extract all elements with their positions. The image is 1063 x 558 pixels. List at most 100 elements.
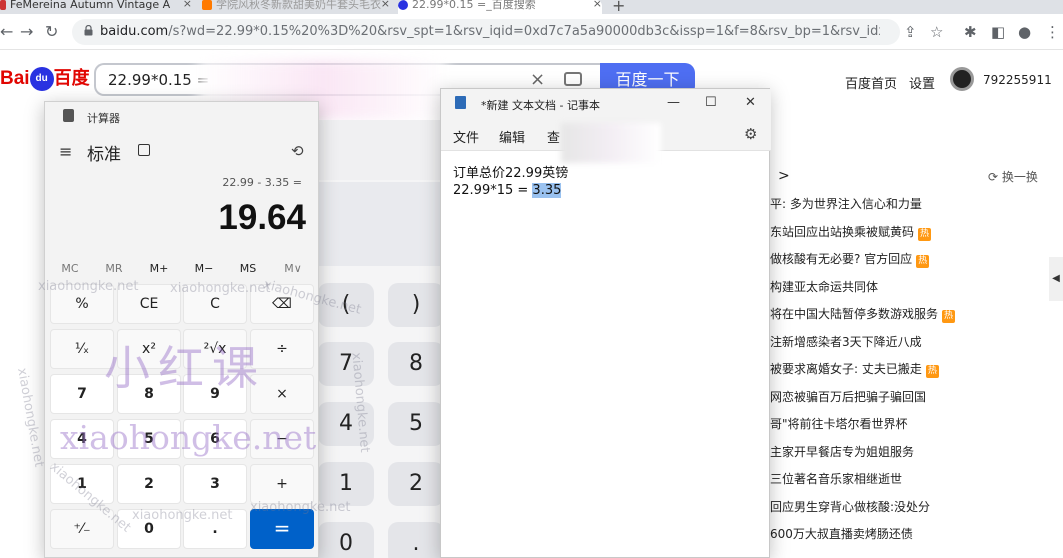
hot-list-item[interactable]: 平: 多为世界注入信心和力量 bbox=[770, 195, 922, 212]
chrome-menu-icon[interactable]: ⋮ bbox=[1045, 23, 1060, 41]
note-line-1: 订单总价22.99英镑 bbox=[453, 166, 569, 181]
taobao-favicon-icon bbox=[202, 0, 212, 10]
widget-key-8[interactable]: 8 bbox=[388, 342, 444, 386]
hot-list-item[interactable]: 将在中国大陆暂停多数游戏服务热 bbox=[770, 305, 956, 323]
lock-icon bbox=[84, 25, 93, 36]
menu-file[interactable]: 文件 bbox=[453, 127, 479, 146]
forward-button[interactable]: → bbox=[20, 22, 33, 41]
refresh-hot-list-button[interactable]: ⟳ 换一换 bbox=[988, 168, 1038, 185]
notepad-titlebar[interactable]: *新建 文本文档 - 记事本 — ☐ ✕ bbox=[441, 89, 771, 117]
widget-key-dot[interactable]: . bbox=[388, 522, 444, 558]
share-icon[interactable]: ⇪ bbox=[904, 23, 917, 41]
hot-list-item[interactable]: 三位著名音乐家相继逝世 bbox=[770, 470, 902, 487]
hot-badge: 热 bbox=[942, 310, 956, 323]
tab-femereina[interactable]: FeMereina Autumn Vintage A × bbox=[0, 0, 192, 14]
memory-store-button[interactable]: MS bbox=[231, 262, 265, 275]
navigation-menu-icon[interactable]: ≡ bbox=[59, 142, 72, 161]
new-tab-button[interactable]: + bbox=[612, 0, 625, 15]
hot-list-item[interactable]: 主家开早餐店专为姐姐服务 bbox=[770, 443, 914, 460]
watermark-cn-text: 小红课 bbox=[104, 341, 266, 395]
close-tab-icon[interactable]: × bbox=[183, 0, 192, 9]
logo-text-right: 百度 bbox=[53, 68, 90, 88]
calculator-display: 19.64 bbox=[218, 198, 306, 237]
notepad-text-area[interactable]: 订单总价22.99英镑 22.99*15 = 3.35 bbox=[453, 165, 568, 199]
hot-list-item[interactable]: 构建亚太命运共同体 bbox=[770, 278, 878, 295]
settings-link[interactable]: 设置 bbox=[909, 73, 935, 92]
notepad-title: *新建 文本文档 - 记事本 bbox=[481, 99, 600, 112]
widget-key-2[interactable]: 2 bbox=[388, 462, 444, 506]
hot-item-text: 做核酸有无必要? 官方回应 bbox=[770, 252, 913, 266]
key-add-button[interactable]: + bbox=[250, 464, 314, 504]
close-tab-icon[interactable]: × bbox=[593, 0, 602, 9]
memory-list-button[interactable]: M∨ bbox=[276, 262, 310, 275]
hot-item-text: 将在中国大陆暂停多数游戏服务 bbox=[770, 307, 939, 321]
hot-list-item[interactable]: 哥"将前往卡塔尔看世界杯 bbox=[770, 415, 908, 432]
hot-item-text: 构建亚太命运共同体 bbox=[770, 279, 879, 294]
close-tab-icon[interactable]: × bbox=[381, 0, 390, 9]
hot-list-item[interactable]: 网恋被骗百万后把骗子骗回国 bbox=[770, 388, 926, 405]
menu-edit[interactable]: 编辑 bbox=[499, 127, 525, 146]
hot-item-text: 哥"将前往卡塔尔看世界杯 bbox=[770, 417, 908, 431]
widget-display-strip bbox=[318, 182, 440, 266]
back-button[interactable]: ← bbox=[0, 22, 13, 41]
collapse-side-arrow-icon[interactable]: ◀ bbox=[1049, 257, 1063, 301]
minimize-button[interactable]: — bbox=[667, 95, 680, 110]
hot-badge: 热 bbox=[918, 227, 932, 241]
hot-list-item[interactable]: 回应男生穿背心做核酸:没处分 bbox=[770, 498, 930, 515]
username[interactable]: 792255911 bbox=[983, 73, 1052, 87]
hot-item-text: 东站回应出站换乘被赋黄码 bbox=[770, 224, 915, 239]
calculator-titlebar[interactable]: 计算器 bbox=[45, 102, 318, 132]
hot-item-text: 600万大叔直播卖烤肠还债 bbox=[770, 527, 913, 541]
bookmark-star-icon[interactable]: ☆ bbox=[930, 23, 943, 41]
calculator-title: 计算器 bbox=[87, 112, 120, 125]
watermark-text: xiaohongke.net bbox=[250, 500, 351, 515]
history-icon[interactable]: ⟲ bbox=[291, 142, 304, 160]
key-2-button[interactable]: 2 bbox=[117, 464, 181, 504]
avatar[interactable] bbox=[950, 67, 974, 91]
widget-key-0[interactable]: 0 bbox=[318, 522, 374, 558]
tab-sweater[interactable]: 学院风秋冬新款甜美奶牛套头毛衣 × bbox=[202, 0, 390, 14]
tab-strip: FeMereina Autumn Vintage A × 学院风秋冬新款甜美奶牛… bbox=[0, 0, 1063, 15]
close-button[interactable]: ✕ bbox=[745, 95, 756, 110]
memory-subtract-button[interactable]: M− bbox=[187, 262, 221, 275]
notepad-app-icon bbox=[455, 96, 466, 109]
baidu-home-link[interactable]: 百度首页 bbox=[845, 73, 897, 92]
profile-icon[interactable]: ● bbox=[1018, 23, 1031, 41]
address-bar[interactable]: baidu.com/s?wd=22.99*0.15%20%3D%20&rsv_s… bbox=[72, 19, 900, 45]
memory-add-button[interactable]: M+ bbox=[142, 262, 176, 275]
camera-search-icon[interactable] bbox=[564, 72, 582, 86]
tab-title: 22.99*0.15 =_百度搜索 bbox=[412, 0, 536, 11]
watermark-text: xiaohongke.net bbox=[132, 508, 233, 523]
menu-view[interactable]: 查 bbox=[547, 127, 560, 146]
memory-recall-button[interactable]: MR bbox=[97, 262, 131, 275]
hot-list-item[interactable]: 600万大叔直播卖烤肠还债 bbox=[770, 525, 913, 542]
watermark-en-text: xiaohongke.net bbox=[60, 418, 317, 457]
notepad-window: *新建 文本文档 - 记事本 — ☐ ✕ 文件 编辑 查 ⚙ 订单总价22.99… bbox=[440, 88, 771, 558]
baidu-logo[interactable]: Bai du 百度 bbox=[0, 64, 90, 94]
clear-search-icon[interactable]: × bbox=[530, 69, 545, 90]
watermark-text: xiaohongke.net bbox=[170, 281, 271, 296]
widget-key-rparen[interactable]: ) bbox=[388, 283, 444, 327]
hot-list-item[interactable]: 被要求离婚女子: 丈夫已搬走热 bbox=[770, 360, 939, 378]
keep-on-top-icon[interactable] bbox=[138, 144, 150, 156]
hot-list-header-arrow[interactable]: > bbox=[778, 168, 790, 184]
tab-baidu-search[interactable]: 22.99*0.15 =_百度搜索 × bbox=[398, 0, 602, 14]
reload-button[interactable]: ↻ bbox=[45, 22, 58, 41]
key-3-button[interactable]: 3 bbox=[183, 464, 247, 504]
widget-header-strip bbox=[318, 120, 440, 180]
key-equals-button[interactable]: = bbox=[250, 509, 314, 549]
gear-icon[interactable]: ⚙ bbox=[744, 125, 757, 143]
note-line-2: 22.99*15 = bbox=[453, 183, 533, 198]
url-text: baidu.com/s?wd=22.99*0.15%20%3D%20&rsv_s… bbox=[100, 24, 880, 39]
hot-item-text: 平: 多为世界注入信心和力量 bbox=[770, 197, 922, 211]
maximize-button[interactable]: ☐ bbox=[705, 95, 717, 110]
hot-list-item[interactable]: 做核酸有无必要? 官方回应热 bbox=[770, 250, 930, 268]
widget-key-5[interactable]: 5 bbox=[388, 402, 444, 446]
blurred-overlay bbox=[561, 123, 661, 163]
tab-title: FeMereina Autumn Vintage A bbox=[10, 0, 171, 11]
side-panel-icon[interactable]: ◧ bbox=[991, 23, 1005, 41]
extensions-icon[interactable]: ✱ bbox=[964, 23, 977, 41]
hot-list-item[interactable]: 东站回应出站换乘被赋黄码热 bbox=[770, 223, 932, 241]
memory-clear-button[interactable]: MC bbox=[53, 262, 87, 275]
hot-list-item[interactable]: 注新增感染者3天下降近八成 bbox=[770, 333, 922, 350]
